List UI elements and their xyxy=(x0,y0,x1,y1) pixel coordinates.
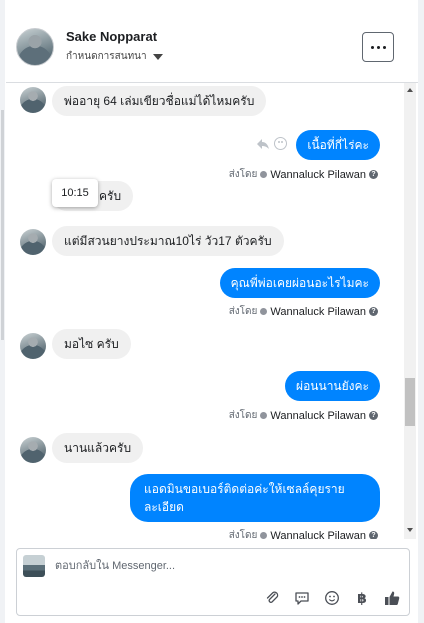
message-list[interactable]: พ่ออายุ 64 เล่มเขียวชื่อแม่ได้ไหมครับ เน… xyxy=(6,83,418,539)
scroll-down-icon[interactable] xyxy=(407,528,413,532)
sent-by-name: Wannaluck Pilawan xyxy=(270,529,366,540)
sent-by-name: Wannaluck Pilawan xyxy=(270,168,366,181)
seen-icon xyxy=(260,532,268,539)
contact-name[interactable]: Sake Nopparat xyxy=(66,29,157,44)
react-emoji-icon[interactable] xyxy=(274,137,287,150)
outgoing-message[interactable]: แอดมินขอเบอร์ติดต่อค่ะให้เซลล์คุยรายละเอ… xyxy=(130,474,380,522)
incoming-message[interactable]: มอไซ ครับ xyxy=(52,329,131,359)
incoming-message[interactable]: แต่มีสวนยางประมาณ10ไร่ วัว17 ตัวครับ xyxy=(52,226,284,256)
seen-icon xyxy=(260,171,268,178)
timestamp-tooltip: 10:15 xyxy=(52,179,98,207)
sent-by-row: ส่งโดย Wannaluck Pilawan ? xyxy=(229,167,378,182)
seen-icon xyxy=(260,412,268,419)
message-composer: ฿ xyxy=(16,548,410,616)
dot-icon xyxy=(376,45,380,49)
page-avatar xyxy=(23,555,45,577)
incoming-message[interactable]: นานแล้วครับ xyxy=(52,433,144,463)
help-icon[interactable]: ? xyxy=(369,531,378,539)
left-edge-marker xyxy=(1,110,4,340)
more-options-button[interactable] xyxy=(362,32,394,62)
contact-avatar-small xyxy=(20,229,46,255)
conversation-header: Sake Nopparat กำหนดการสนทนา xyxy=(6,12,418,83)
assign-label: กำหนดการสนทนา xyxy=(66,51,147,62)
page-scrollbar[interactable] xyxy=(418,0,424,623)
seen-icon xyxy=(260,308,268,315)
help-icon[interactable]: ? xyxy=(369,307,378,316)
contact-avatar[interactable] xyxy=(16,28,54,66)
sent-by-row: ส่งโดย Wannaluck Pilawan ? xyxy=(229,408,378,423)
dot-icon xyxy=(370,45,374,49)
help-icon[interactable]: ? xyxy=(369,170,378,179)
dot-icon xyxy=(382,45,386,49)
sent-by-name: Wannaluck Pilawan xyxy=(270,409,366,422)
like-icon[interactable] xyxy=(383,589,401,607)
conversation-panel: Sake Nopparat กำหนดการสนทนา พ่ออายุ 64 เ… xyxy=(6,12,418,623)
emoji-icon[interactable] xyxy=(323,589,341,607)
sent-by-prefix: ส่งโดย xyxy=(228,530,258,539)
reply-icon[interactable] xyxy=(256,138,270,150)
outgoing-message[interactable]: ผ่อนนานยังคะ xyxy=(285,371,380,401)
attach-icon[interactable] xyxy=(263,589,281,607)
baht-icon[interactable]: ฿ xyxy=(353,589,371,607)
sent-by-name: Wannaluck Pilawan xyxy=(270,305,366,318)
scroll-up-icon[interactable] xyxy=(407,88,413,92)
contact-avatar-small xyxy=(20,87,46,113)
composer-toolbar: ฿ xyxy=(263,589,401,607)
contact-avatar-small xyxy=(20,333,46,359)
sent-by-row: ส่งโดย Wannaluck Pilawan ? xyxy=(229,528,378,539)
outgoing-message[interactable]: เนื้อที่กี่ไร่คะ xyxy=(296,130,380,160)
reply-input[interactable] xyxy=(55,557,385,575)
chat-scrollbar[interactable] xyxy=(404,83,416,539)
saved-replies-icon[interactable] xyxy=(293,589,311,607)
conversation-assign-dropdown[interactable]: กำหนดการสนทนา xyxy=(66,49,163,64)
outgoing-message[interactable]: คุณพี่พ่อเคยผ่อนอะไรไมคะ xyxy=(219,268,380,298)
page-scrollbar-thumb[interactable] xyxy=(418,0,424,623)
contact-avatar-small xyxy=(20,437,46,463)
help-icon[interactable]: ? xyxy=(369,411,378,420)
sent-by-prefix: ส่งโดย xyxy=(228,410,258,421)
sent-by-prefix: ส่งโดย xyxy=(228,169,258,180)
sent-by-prefix: ส่งโดย xyxy=(228,306,258,317)
page-left-edge xyxy=(0,0,5,623)
chevron-down-icon xyxy=(152,54,163,60)
incoming-message[interactable]: พ่ออายุ 64 เล่มเขียวชื่อแม่ได้ไหมครับ xyxy=(52,86,267,116)
chat-scrollbar-thumb[interactable] xyxy=(405,378,415,426)
sent-by-row: ส่งโดย Wannaluck Pilawan ? xyxy=(229,304,378,319)
